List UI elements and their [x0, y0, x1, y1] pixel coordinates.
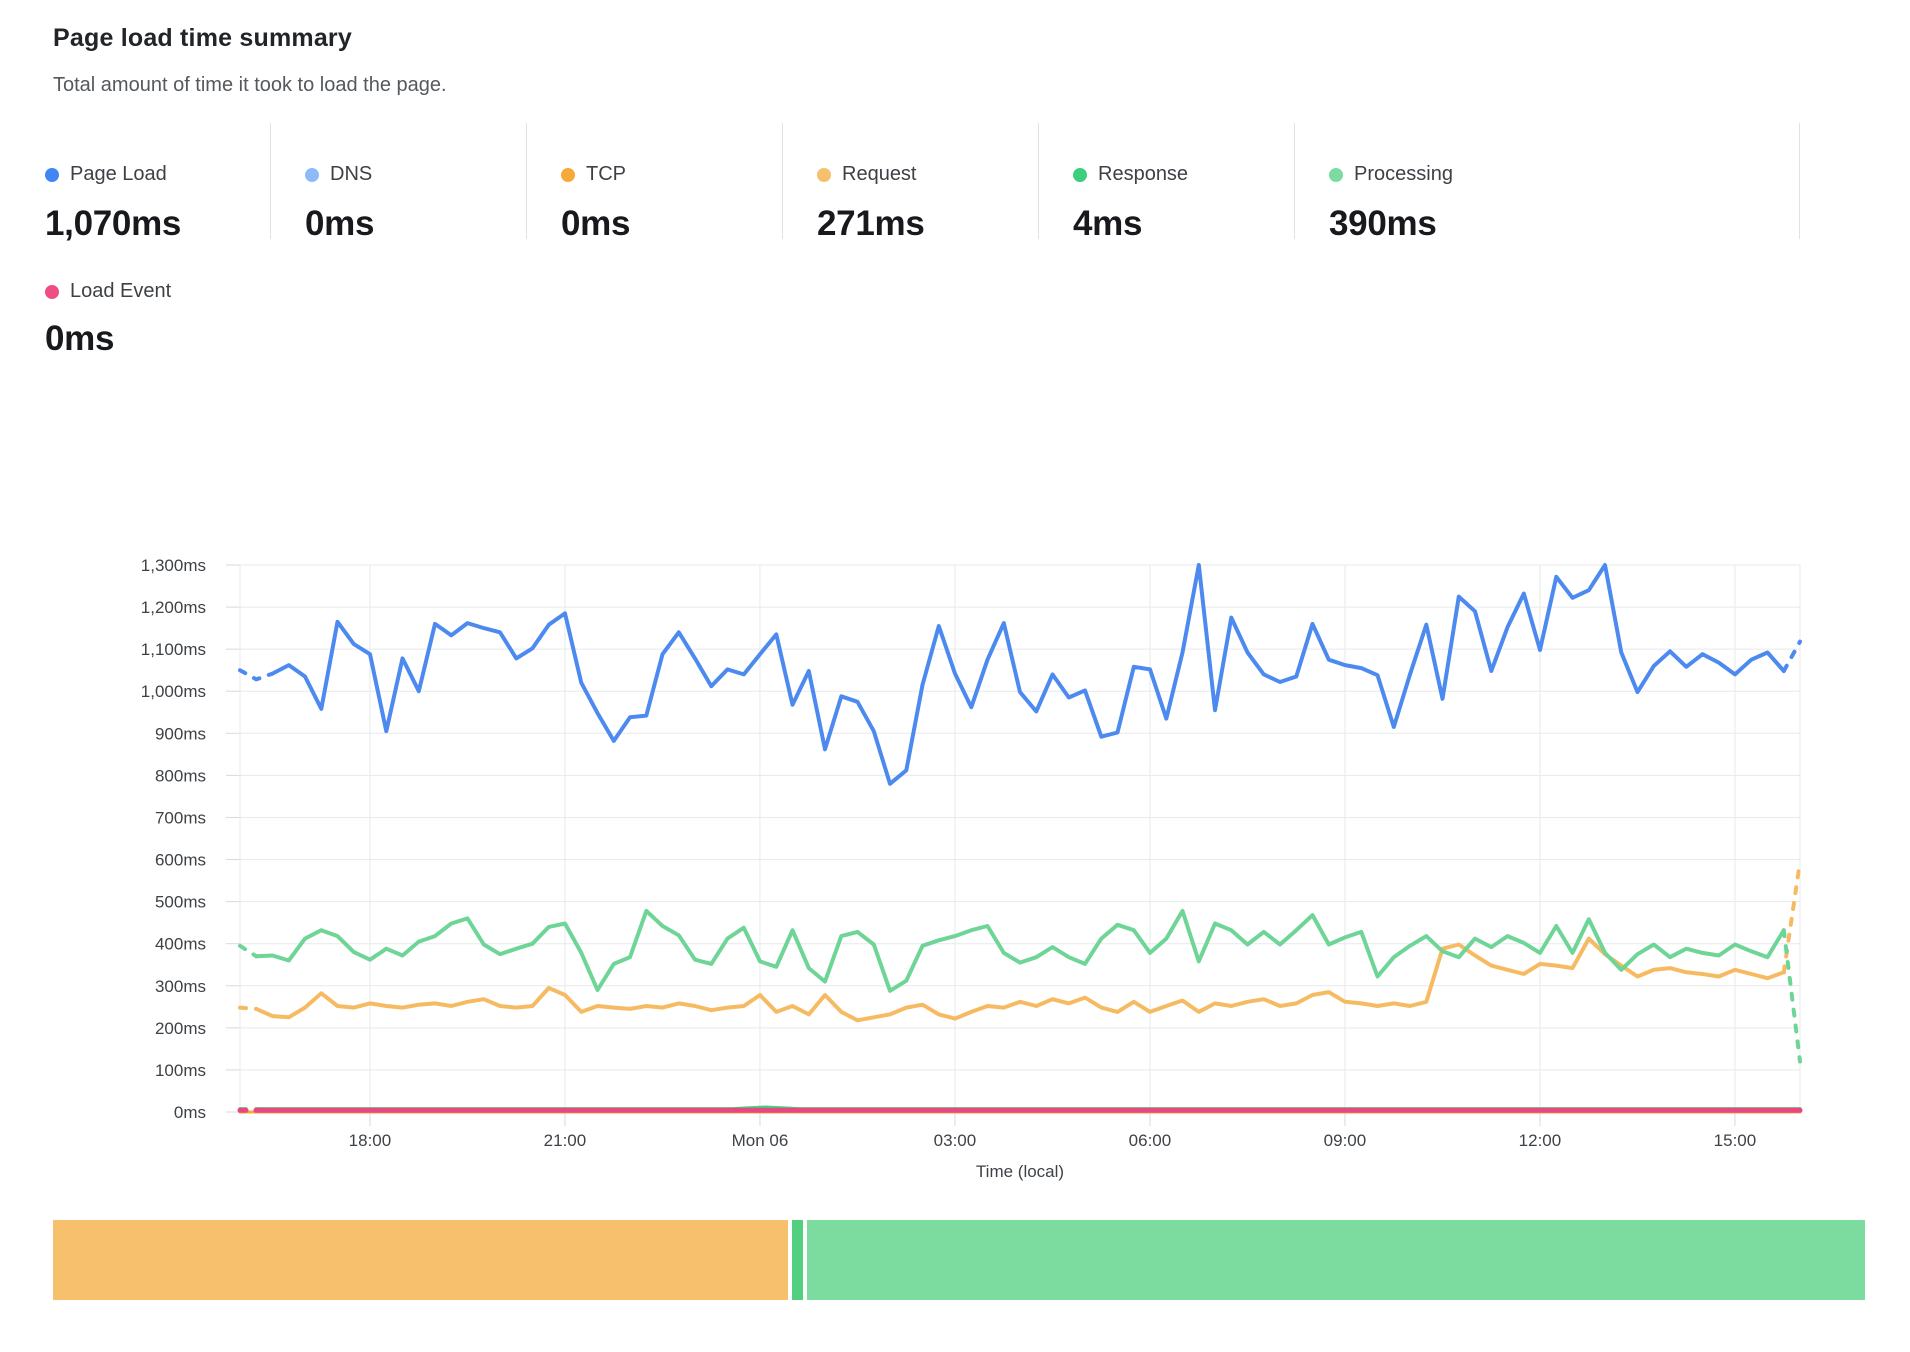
- series-page-load-dashed: [240, 670, 273, 679]
- y-axis-label: 400ms: [155, 935, 206, 954]
- metric-value: 0ms: [561, 204, 782, 244]
- series-processing: [256, 911, 1784, 991]
- response-legend-dot-icon: [1073, 168, 1087, 182]
- y-axis-label: 100ms: [155, 1061, 206, 1080]
- load-time-line-chart[interactable]: 0ms 100ms 200ms 300ms 400ms 500ms 600ms 700ms 80…: [0, 440, 1910, 1210]
- series-page-load: [273, 565, 1784, 784]
- metric-value: 4ms: [1073, 204, 1294, 244]
- series-processing-dashed: [240, 946, 256, 957]
- chart-header: Page load time summary Total amount of t…: [53, 24, 447, 97]
- x-axis-label: 06:00: [1129, 1131, 1172, 1150]
- series-request-dashed: [1784, 862, 1800, 973]
- metric-value: 390ms: [1329, 204, 1799, 244]
- metric-processing[interactable]: Processing 390ms: [1294, 123, 1800, 239]
- x-axis-label: 09:00: [1324, 1131, 1367, 1150]
- y-axis-label: 1,000ms: [141, 682, 206, 701]
- page-subtitle: Total amount of time it took to load the…: [53, 74, 447, 97]
- series-request-dashed: [240, 1008, 256, 1009]
- load-event-legend-dot-icon: [45, 285, 59, 299]
- metric-value: 271ms: [817, 204, 1038, 244]
- page-title: Page load time summary: [53, 24, 447, 53]
- load-event-row: Load Event 0ms: [0, 268, 270, 359]
- tcp-legend-dot-icon: [561, 168, 575, 182]
- x-axis-label: 12:00: [1519, 1131, 1562, 1150]
- bar-segment-processing: [807, 1220, 1865, 1300]
- y-axis-label: 0ms: [174, 1103, 206, 1122]
- y-axis-label: 500ms: [155, 893, 206, 912]
- x-axis-label: 15:00: [1714, 1131, 1757, 1150]
- metric-label: Response: [1098, 163, 1188, 186]
- timing-breakdown-bar: [53, 1220, 1857, 1300]
- metric-value: 0ms: [45, 319, 270, 359]
- x-axis-label: 21:00: [544, 1131, 587, 1150]
- metric-label: Page Load: [70, 163, 167, 186]
- metric-page-load[interactable]: Page Load 1,070ms: [0, 123, 270, 239]
- request-legend-dot-icon: [817, 168, 831, 182]
- processing-legend-dot-icon: [1329, 168, 1343, 182]
- metric-load-event[interactable]: Load Event 0ms: [0, 268, 270, 359]
- metric-value: 0ms: [305, 204, 526, 244]
- metric-label: Request: [842, 163, 917, 186]
- metric-label: Load Event: [70, 280, 171, 303]
- bar-segment-response: [792, 1220, 803, 1300]
- y-axis-label: 1,200ms: [141, 598, 206, 617]
- series-page-load-dashed: [1784, 642, 1800, 671]
- metric-tcp[interactable]: TCP 0ms: [526, 123, 782, 239]
- x-axis-label: 18:00: [349, 1131, 392, 1150]
- y-axis-label: 700ms: [155, 808, 206, 827]
- x-axis-label: 03:00: [934, 1131, 977, 1150]
- metric-value: 1,070ms: [45, 204, 270, 244]
- page-load-legend-dot-icon: [45, 168, 59, 182]
- y-axis-label: 800ms: [155, 766, 206, 785]
- y-axis-label: 200ms: [155, 1019, 206, 1038]
- x-axis-title: Time (local): [976, 1162, 1064, 1181]
- metrics-legend-row: Page Load 1,070ms DNS 0ms TCP 0ms Reques…: [0, 123, 1800, 239]
- y-axis-label: 600ms: [155, 851, 206, 870]
- y-axis-label: 300ms: [155, 977, 206, 996]
- bar-segment-request: [53, 1220, 788, 1300]
- series-request: [256, 939, 1784, 1021]
- metric-label: TCP: [586, 163, 626, 186]
- y-axis-label: 1,300ms: [141, 556, 206, 575]
- metric-label: Processing: [1354, 163, 1453, 186]
- series-processing-dashed: [1784, 930, 1800, 1061]
- metric-response[interactable]: Response 4ms: [1038, 123, 1294, 239]
- x-axis-label: Mon 06: [732, 1131, 789, 1150]
- dns-legend-dot-icon: [305, 168, 319, 182]
- y-axis-label: 900ms: [155, 724, 206, 743]
- y-axis-label: 1,100ms: [141, 640, 206, 659]
- metric-dns[interactable]: DNS 0ms: [270, 123, 526, 239]
- metric-label: DNS: [330, 163, 372, 186]
- metric-request[interactable]: Request 271ms: [782, 123, 1038, 239]
